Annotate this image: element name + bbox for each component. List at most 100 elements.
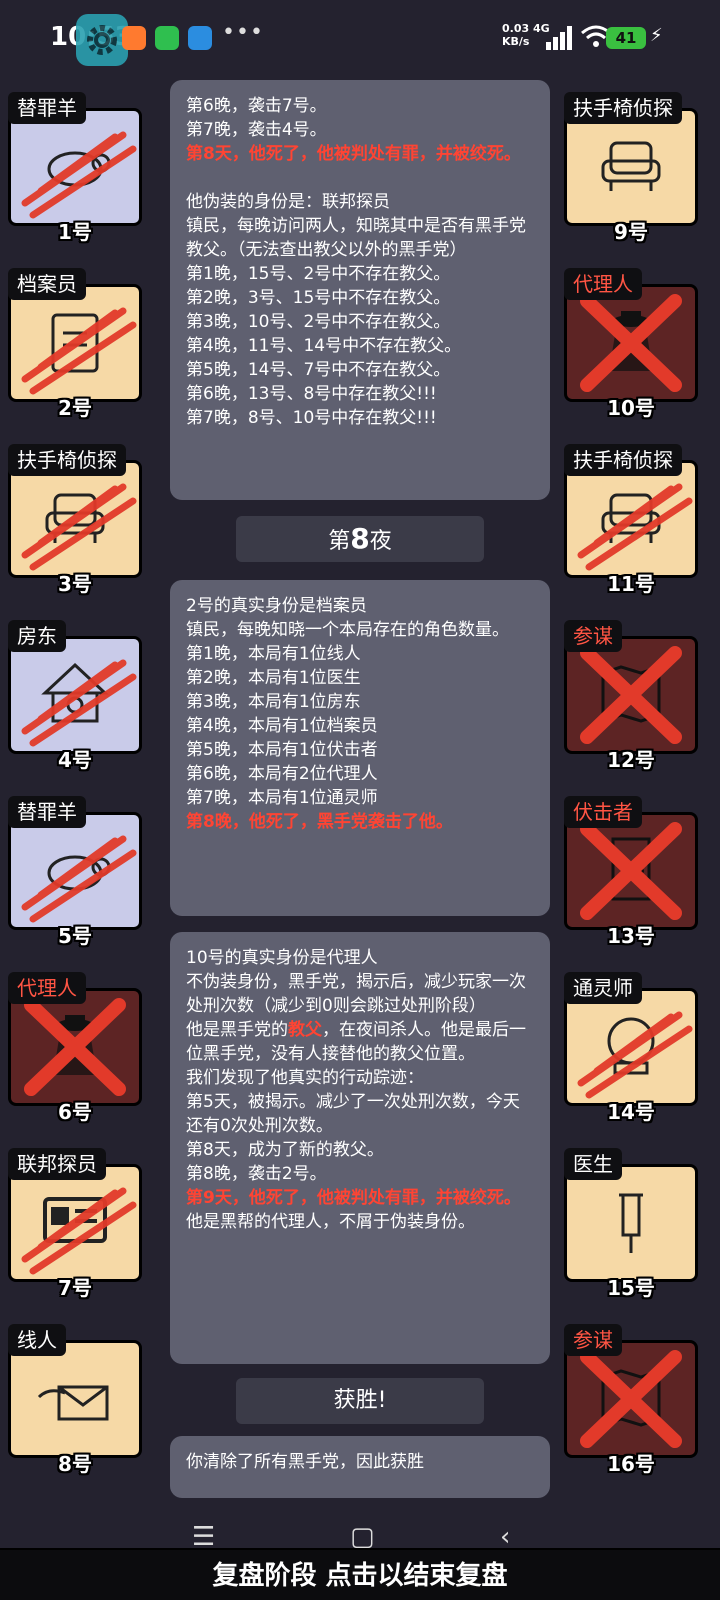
- claw-mark-icon: [577, 1011, 693, 1099]
- player-number: 3号: [58, 572, 92, 596]
- player-number: 7号: [58, 1276, 92, 1300]
- player-number: 5号: [58, 924, 92, 948]
- armchair-icon: [601, 141, 661, 191]
- card-portrait: [8, 284, 142, 402]
- log-line: 第1晚，本局有1位线人: [186, 644, 361, 664]
- godfather-line: 他是黑手党的教父，在夜间杀人。他是最后一位黑手党，没有人接替他的教父位置。: [186, 1020, 526, 1064]
- role-label: 房东: [8, 620, 66, 652]
- card-portrait: [564, 1340, 698, 1458]
- card-portrait: [8, 460, 142, 578]
- log-line: 第2晚，3号、15号中不存在教父。: [186, 288, 451, 308]
- log-line: 第7晚，袭击4号。: [186, 120, 327, 140]
- player-card-7号[interactable]: 联邦探员 7号: [8, 1148, 142, 1300]
- player-card-5号[interactable]: 替罪羊 5号: [8, 796, 142, 948]
- player-card-2号[interactable]: 档案员 2号: [8, 268, 142, 420]
- card-portrait: [564, 108, 698, 226]
- player-number: 16号: [607, 1452, 655, 1476]
- log-panel-player10: 10号的真实身份是代理人不伪装身份，黑手党，揭示后，减少玩家一次处刑次数（减少到…: [170, 932, 550, 1364]
- log-line: 第6晚，本局有2位代理人: [186, 764, 378, 784]
- player-card-8号[interactable]: 线人 8号: [8, 1324, 142, 1476]
- player-number: 8号: [58, 1452, 92, 1476]
- player-number: 6号: [58, 1100, 92, 1124]
- log-line: 第4晚，本局有1位档案员: [186, 716, 378, 736]
- role-label: 代理人: [564, 268, 642, 300]
- card-portrait: [564, 284, 698, 402]
- claw-mark-icon: [21, 307, 137, 395]
- card-portrait: [564, 812, 698, 930]
- role-label: 参谋: [564, 620, 622, 652]
- player-card-11号[interactable]: 扶手椅侦探 11号: [564, 444, 698, 596]
- log-line: 第2晚，本局有1位医生: [186, 668, 361, 688]
- log-line: 第8天，成为了新的教父。: [186, 1140, 384, 1160]
- log-line: 镇民，每晚访问两人，知晓其中是否有黑手党教父。（无法查出教父以外的黑手党）: [186, 216, 526, 260]
- role-label: 医生: [564, 1148, 622, 1180]
- victory-text: 你清除了所有黑手党，因此获胜: [186, 1452, 424, 1472]
- player-card-14号[interactable]: 通灵师 14号: [564, 972, 698, 1124]
- log-line: 第5天，被揭示。减少了一次处刑次数，今天还有0次处刑次数。: [186, 1092, 520, 1136]
- player-card-15号[interactable]: 医生 15号: [564, 1148, 698, 1300]
- player-card-3号[interactable]: 扶手椅侦探 3号: [8, 444, 142, 596]
- player-number: 14号: [607, 1100, 655, 1124]
- claw-mark-icon: [21, 1187, 137, 1275]
- log-line: 第7晚，本局有1位通灵师: [186, 788, 378, 808]
- log-line: 第6晚，袭击7号。: [186, 96, 327, 116]
- x-mark-icon: [580, 294, 682, 392]
- card-portrait: [8, 636, 142, 754]
- log-line: 第3晚，10号、2号中不存在教父。: [186, 312, 451, 332]
- player-card-4号[interactable]: 房东 4号: [8, 620, 142, 772]
- card-portrait: [8, 1164, 142, 1282]
- night-divider: 第8夜: [236, 516, 484, 562]
- claw-mark-icon: [21, 131, 137, 219]
- log-line: 10号的真实身份是代理人: [186, 948, 378, 968]
- player-card-10号[interactable]: 代理人 10号: [564, 268, 698, 420]
- role-label: 通灵师: [564, 972, 642, 1004]
- card-portrait: [564, 460, 698, 578]
- charging-bolt-icon: ⚡: [650, 25, 663, 46]
- player-card-6号[interactable]: 代理人 6号: [8, 972, 142, 1124]
- player-card-16号[interactable]: 参谋 16号: [564, 1324, 698, 1476]
- victory-divider: 获胜!: [236, 1378, 484, 1424]
- player-number: 15号: [607, 1276, 655, 1300]
- log-line: 他是黑帮的代理人，不屑于伪装身份。: [186, 1212, 475, 1232]
- role-label: 替罪羊: [8, 92, 86, 124]
- player-card-9号[interactable]: 扶手椅侦探 9号: [564, 92, 698, 244]
- player-number: 13号: [607, 924, 655, 948]
- log-line: 镇民，每晚知晓一个本局存在的角色数量。: [186, 620, 509, 640]
- card-portrait: [8, 988, 142, 1106]
- death-notice: 第8天，他死了，他被判处有罪，并被绞死。: [186, 144, 521, 164]
- end-review-banner[interactable]: 复盘阶段 点击以结束复盘: [0, 1548, 720, 1600]
- role-label: 联邦探员: [8, 1148, 106, 1180]
- log-panel-player2: 2号的真实身份是档案员镇民，每晚知晓一个本局存在的角色数量。 第1晚，本局有1位线…: [170, 580, 550, 916]
- log-panel-player7: 第6晚，袭击7号。 第7晚，袭击4号。 第8天，他死了，他被判处有罪，并被绞死。 …: [170, 80, 550, 500]
- status-bar: 10:53 ••• 0.03 4G KB/s 41 ⚡: [0, 0, 720, 80]
- log-line: 第8晚，袭击2号。: [186, 1164, 327, 1184]
- claw-mark-icon: [21, 483, 137, 571]
- log-line: 不伪装身份，黑手党，揭示后，减少玩家一次处刑次数（减少到0则会跳过处刑阶段）: [186, 972, 526, 1016]
- log-line: 第3晚，本局有1位房东: [186, 692, 361, 712]
- card-portrait: [564, 988, 698, 1106]
- card-portrait: [8, 812, 142, 930]
- player-card-12号[interactable]: 参谋 12号: [564, 620, 698, 772]
- card-portrait: [8, 1340, 142, 1458]
- log-line: 第6晚，13号、8号中存在教父!!!: [186, 384, 437, 404]
- x-mark-icon: [580, 822, 682, 920]
- signal-icon: [546, 26, 572, 50]
- player-number: 1号: [58, 220, 92, 244]
- player-number: 9号: [614, 220, 648, 244]
- log-line: 我们发现了他真实的行动踪迹：: [186, 1068, 424, 1088]
- syringe-icon: [619, 1193, 643, 1253]
- battery-icon: 41: [606, 27, 646, 49]
- log-line: 2号的真实身份是档案员: [186, 596, 367, 616]
- card-portrait: [564, 1164, 698, 1282]
- role-label: 扶手椅侦探: [8, 444, 126, 476]
- log-line: 第5晚，14号、7号中不存在教父。: [186, 360, 451, 380]
- player-card-1号[interactable]: 替罪羊 1号: [8, 92, 142, 244]
- role-label: 扶手椅侦探: [564, 92, 682, 124]
- player-card-13号[interactable]: 伏击者 13号: [564, 796, 698, 948]
- role-label: 伏击者: [564, 796, 642, 828]
- x-mark-icon: [24, 998, 126, 1096]
- log-line: 他伪装的身份是：联邦探员: [186, 192, 390, 212]
- gear-icon[interactable]: [76, 14, 128, 66]
- death-notice: 第8晚，他死了，黑手党袭击了他。: [186, 812, 453, 832]
- role-label: 参谋: [564, 1324, 622, 1356]
